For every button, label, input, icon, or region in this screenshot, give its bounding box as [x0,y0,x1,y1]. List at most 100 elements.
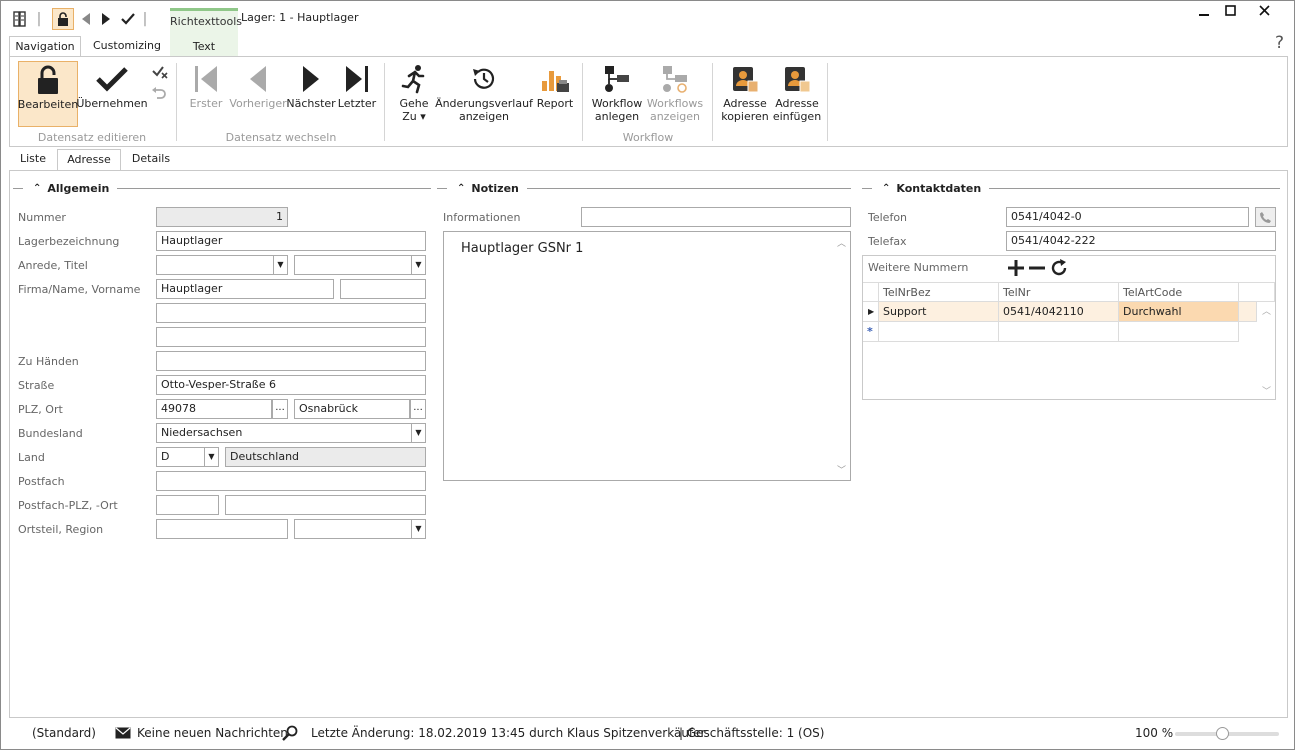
column-header-telnrbez[interactable]: TelNrBez [879,282,999,302]
letzter-button[interactable]: Letzter [336,61,378,127]
chevron-down-icon[interactable]: ▼ [273,256,287,274]
tab-text[interactable]: Text [170,37,238,58]
postfach-ort-field[interactable] [225,495,426,515]
chevron-down-icon[interactable]: ▼ [411,424,425,442]
tab-adresse[interactable]: Adresse [57,149,121,171]
report-button[interactable]: Report [534,61,576,127]
app-database-icon[interactable] [11,8,31,30]
section-rule [13,187,23,189]
scroll-up-icon[interactable]: ︿ [833,236,850,249]
firma-field[interactable]: Hauptlager [156,279,334,299]
land-code-select[interactable]: D ▼ [156,447,219,467]
workflow-anlegen-button[interactable]: Workflow anlegen [590,61,644,127]
notes-scrollbar[interactable]: ︿ ﹀ [833,232,850,480]
column-header-telartcode[interactable]: TelArtCode [1119,282,1239,302]
tab-liste[interactable]: Liste [11,149,55,170]
vorname-field[interactable] [340,279,426,299]
chevron-down-icon[interactable]: ▼ [411,520,425,538]
chevron-down-icon[interactable]: ▼ [411,256,425,274]
adresse-kopieren-label-2: kopieren [721,110,769,123]
adresse-einfuegen-button[interactable]: Adresse einfügen [772,61,822,127]
lagerbezeichnung-field[interactable]: Hauptlager [156,231,426,251]
section-kontaktdaten[interactable]: ⌃ Kontaktdaten [862,181,1280,195]
group-label-edit: Datensatz editieren [37,131,147,144]
postfach-field[interactable] [156,471,426,491]
nummer-field[interactable]: 1 [156,207,288,227]
scroll-up-icon[interactable]: ︿ [1258,304,1275,317]
telefon-field[interactable]: 0541/4042-0 [1006,207,1249,227]
new-row-cell[interactable] [879,322,999,342]
scroll-down-icon[interactable]: ﹀ [833,463,850,476]
table-cell-telartcode[interactable]: Durchwahl [1119,302,1239,322]
adresse-kopieren-button[interactable]: Adresse kopieren [720,61,770,127]
close-button[interactable] [1251,5,1277,23]
label-anrede: Anrede, Titel [18,259,88,272]
tab-details[interactable]: Details [123,149,179,170]
name-line3-field[interactable] [156,327,426,347]
zoom-slider[interactable] [1175,727,1279,740]
phone-call-button[interactable] [1255,207,1276,227]
add-icon[interactable] [1007,259,1025,277]
section-title: Allgemein [47,181,110,195]
quick-back-icon[interactable] [79,8,93,30]
section-notizen[interactable]: ⌃ Notizen [437,181,851,195]
collapse-chevron-icon[interactable]: ⌃ [882,183,890,194]
zoom-slider-thumb[interactable] [1215,727,1229,740]
region-select[interactable]: ▼ [294,519,426,539]
bearbeiten-button[interactable]: Bearbeiten [18,61,78,127]
informationen-field[interactable] [581,207,851,227]
grid-scrollbar[interactable]: ︿ ﹀ [1258,302,1275,399]
notes-editor[interactable]: Hauptlager GSNr 1 ︿ ﹀ [443,231,851,481]
title-bar: | | Richtexttools Lager: 1 - Hauptlager [1,1,1294,56]
tab-navigation[interactable]: Navigation [9,36,81,58]
titel-select[interactable]: ▼ [294,255,426,275]
table-cell-telnrbez[interactable]: Support [879,302,999,322]
telefax-field[interactable]: 0541/4042-222 [1006,231,1276,251]
anrede-select[interactable]: ▼ [156,255,288,275]
erster-button[interactable]: Erster [186,61,226,127]
collapse-chevron-icon[interactable]: ⌃ [33,183,41,194]
maximize-button[interactable] [1217,5,1243,23]
notes-text[interactable]: Hauptlager GSNr 1 [461,241,583,256]
report-label: Report [536,97,574,110]
strasse-field[interactable]: Otto-Vesper-Straße 6 [156,375,426,395]
new-row-cell[interactable] [1119,322,1239,342]
minimize-button[interactable] [1191,5,1217,23]
discard-icon[interactable] [152,65,168,81]
chevron-down-icon[interactable]: ▼ [204,448,218,466]
section-rule [437,187,447,189]
section-allgemein[interactable]: ⌃ Allgemein [13,181,431,195]
status-messages[interactable]: Keine neuen Nachrichten [137,726,288,740]
remove-icon[interactable] [1028,259,1046,277]
table-cell-telnr[interactable]: 0541/4042110 [999,302,1119,322]
refresh-icon[interactable] [1050,259,1068,277]
search-icon[interactable] [282,725,298,744]
undo-icon[interactable] [152,86,168,102]
name-line2-field[interactable] [156,303,426,323]
plz-lookup-button[interactable]: ... [272,399,288,419]
naechster-button[interactable]: Nächster [286,61,336,127]
scroll-down-icon[interactable]: ﹀ [1258,384,1275,397]
postfach-plz-field[interactable] [156,495,219,515]
new-row-cell[interactable] [999,322,1119,342]
zu-haenden-field[interactable] [156,351,426,371]
envelope-icon[interactable] [115,727,131,742]
quick-accept-icon[interactable] [119,8,137,30]
quick-forward-icon[interactable] [99,8,113,30]
bundesland-select[interactable]: Niedersachsen ▼ [156,423,426,443]
column-header-telnr[interactable]: TelNr [999,282,1119,302]
window-title: Lager: 1 - Hauptlager [241,11,359,24]
gehe-zu-button[interactable]: Gehe Zu ▾ [392,61,436,127]
quick-lock-icon[interactable] [52,8,74,30]
tab-customizing[interactable]: Customizing [87,36,167,57]
workflows-anzeigen-button[interactable]: Workflows anzeigen [646,61,704,127]
ortsteil-field[interactable] [156,519,288,539]
collapse-chevron-icon[interactable]: ⌃ [457,183,465,194]
aenderungsverlauf-button[interactable]: Änderungsverlauf anzeigen [435,61,533,127]
ort-lookup-button[interactable]: ... [410,399,426,419]
help-icon[interactable]: ? [1275,33,1284,53]
plz-field[interactable]: 49078 [156,399,272,419]
uebernehmen-button[interactable]: Übernehmen [76,61,148,127]
ort-field[interactable]: Osnabrück [294,399,410,419]
vorheriger-button[interactable]: Vorheriger [228,61,288,127]
